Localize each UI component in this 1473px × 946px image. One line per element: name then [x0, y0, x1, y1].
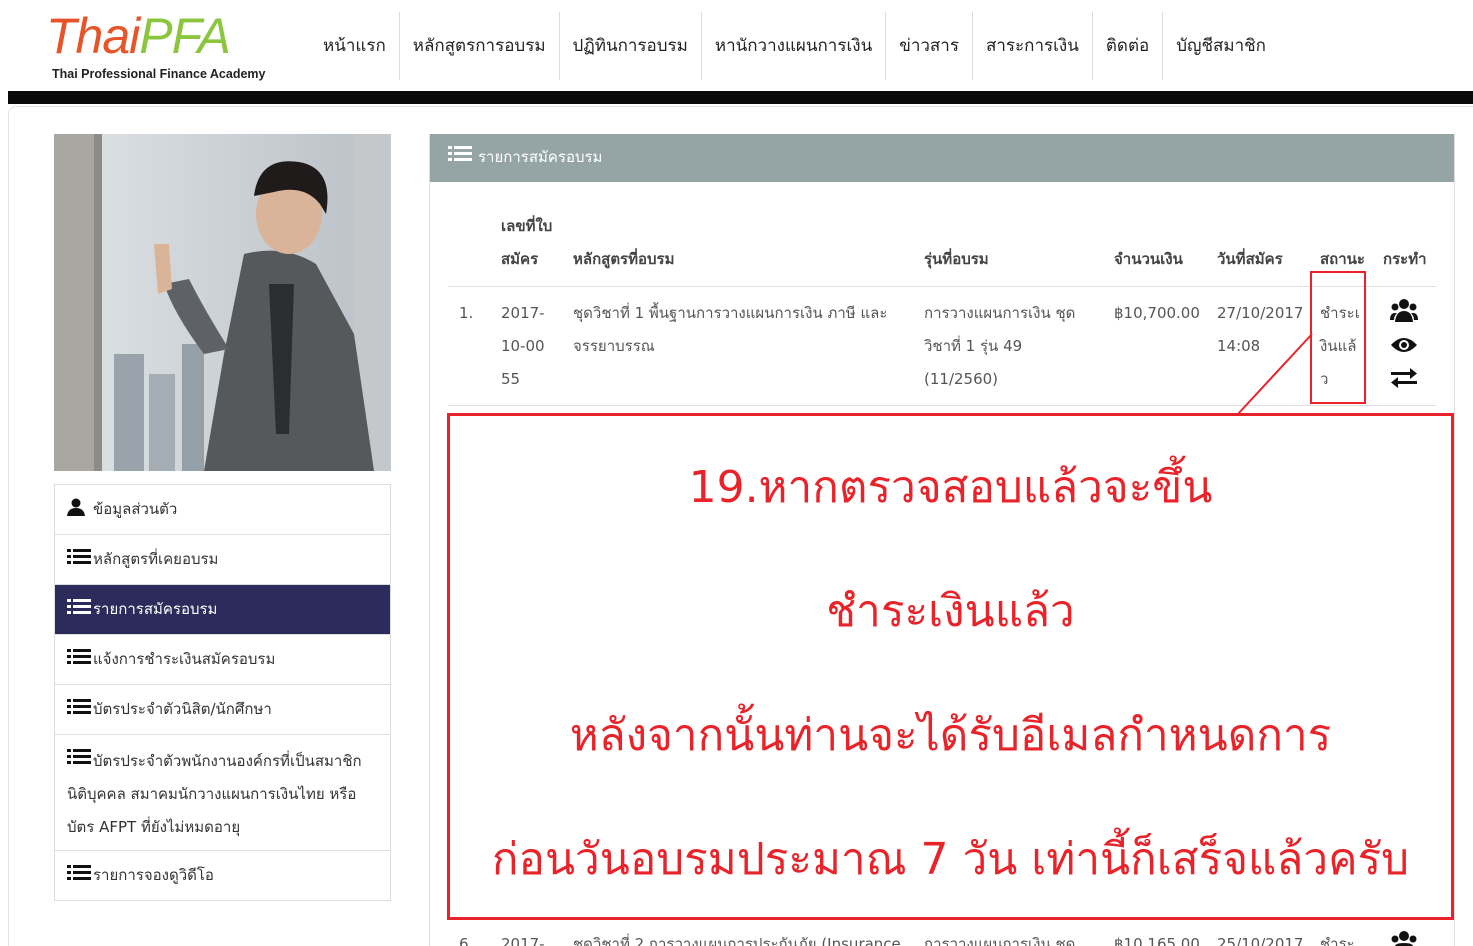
site-header: ThaiPFA Thai Professional Finance Academ… [0, 0, 1473, 92]
nav-articles[interactable]: สาระการเงิน [973, 12, 1093, 80]
group-icon[interactable] [1390, 298, 1418, 326]
user-icon [67, 498, 93, 521]
logo-wordmark: ThaiPFA [46, 8, 231, 64]
row-index: 1. [459, 304, 474, 322]
nav-courses[interactable]: หลักสูตรการอบรม [400, 12, 560, 80]
nav-calendar[interactable]: ปฏิทินการอบรม [560, 12, 702, 80]
callout-line-4: ก่อนวันอบรมประมาณ 7 วัน เท่านี้ก็เสร็จแล… [491, 834, 1410, 885]
row-date: 25/10/2017 [1217, 935, 1304, 946]
sidebar-item-label: รายการจองดูวิดีโอ [93, 866, 214, 884]
logo-thai-text: Thai [46, 8, 140, 64]
sidebar-item-label: ข้อมูลส่วนตัว [93, 500, 178, 518]
transfer-icon[interactable] [1391, 368, 1417, 392]
logo-pfa-text: PFA [139, 8, 231, 64]
row-amount: ฿10,165.00 [1114, 935, 1200, 946]
sidebar-item-student-card[interactable]: บัตรประจำตัวนิสิต/นักศึกษา [54, 685, 391, 735]
logo-tagline: Thai Professional Finance Academy [52, 67, 266, 81]
callout-line-3: หลังจากนั้นท่านจะได้รับอีเมลกำหนดการ [569, 710, 1332, 761]
row-course: ชุดวิชาที่ 2 การวางแผนการประกันภัย (Insu… [573, 935, 901, 946]
column-header-batch: รุ่นที่อบรม [924, 250, 989, 268]
column-header-amount: จำนวนเงิน [1114, 250, 1183, 268]
nav-contact[interactable]: ติดต่อ [1093, 12, 1164, 80]
row-status: ชำระ [1320, 935, 1355, 946]
column-header-action: กระทำ [1383, 250, 1427, 268]
callout-pointer-line [1237, 333, 1313, 415]
sidebar-item-label: แจ้งการชำระเงินสมัครอบรม [93, 650, 276, 668]
row-reg-no: 2017-10-0055 [501, 304, 545, 388]
main-nav: หน้าแรก หลักสูตรการอบรม ปฏิทินการอบรม หา… [310, 12, 1279, 80]
list-icon [67, 745, 93, 778]
sidebar-item-label: หลักสูตรที่เคยอบรม [93, 550, 219, 568]
panel-header: รายการสมัครอบรม [430, 134, 1454, 182]
sidebar-item-employee-card[interactable]: บัตรประจำตัวพนักงานองค์กรที่เป็นสมาชิกนิ… [54, 735, 391, 851]
sidebar-item-label: บัตรประจำตัวนิสิต/นักศึกษา [93, 700, 272, 718]
list-icon [448, 135, 478, 181]
site-logo[interactable]: ThaiPFA Thai Professional Finance Academ… [46, 8, 296, 86]
column-header-date: วันที่สมัคร [1217, 250, 1283, 268]
panel-title: รายการสมัครอบรม [478, 148, 603, 166]
instruction-callout: 19.หากตรวจสอบแล้วจะขึ้น ชำระเงินแล้ว หลั… [447, 413, 1454, 920]
profile-photo [54, 134, 391, 471]
row-batch: การวางแผนการเงิน ชุด [924, 935, 1076, 946]
list-icon [67, 698, 93, 721]
column-header-course: หลักสูตรที่อบรม [573, 250, 675, 268]
list-icon [67, 548, 93, 571]
callout-line-1: 19.หากตรวจสอบแล้วจะขึ้น [688, 462, 1213, 513]
nav-find-planner[interactable]: หานักวางแผนการเงิน [702, 12, 887, 80]
callout-line-2: ชำระเงินแล้ว [826, 586, 1075, 637]
sidebar-item-payment-notice[interactable]: แจ้งการชำระเงินสมัครอบรม [54, 635, 391, 685]
sidebar-item-past-courses[interactable]: หลักสูตรที่เคยอบรม [54, 535, 391, 585]
table-header-divider [448, 286, 1436, 287]
row-index: 6. [459, 935, 474, 946]
eye-icon[interactable] [1391, 336, 1417, 358]
row-course: ชุดวิชาที่ 1 พื้นฐานการวางแผนการเงิน ภาษ… [573, 304, 888, 355]
sidebar-item-video-bookings[interactable]: รายการจองดูวิดีโอ [54, 851, 391, 901]
list-icon [67, 648, 93, 671]
sidebar-item-label: บัตรประจำตัวพนักงานองค์กรที่เป็นสมาชิกนิ… [67, 752, 362, 836]
nav-news[interactable]: ข่าวสาร [886, 12, 973, 80]
sidebar-item-label: รายการสมัครอบรม [93, 600, 218, 618]
sidebar-item-registrations[interactable]: รายการสมัครอบรม [54, 585, 391, 635]
row-batch: การวางแผนการเงิน ชุดวิชาที่ 1 รุ่น 49 (1… [924, 304, 1076, 388]
nav-home[interactable]: หน้าแรก [310, 12, 400, 80]
list-icon [67, 598, 93, 621]
row-amount: ฿10,700.00 [1114, 304, 1200, 322]
row-reg-no: 2017- [501, 935, 545, 946]
nav-account[interactable]: บัญชีสมาชิก [1163, 12, 1279, 80]
header-divider-bar [8, 91, 1473, 104]
column-header-reg-no: เลขที่ใบสมัคร [501, 217, 553, 268]
sidebar-item-profile[interactable]: ข้อมูลส่วนตัว [54, 484, 391, 535]
account-sidebar: ข้อมูลส่วนตัว หลักสูตรที่เคยอบรม รายการส… [54, 484, 391, 901]
group-icon[interactable] [1390, 930, 1418, 946]
list-icon [67, 864, 93, 887]
